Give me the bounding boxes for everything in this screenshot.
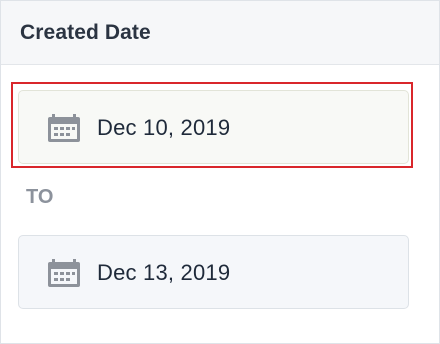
end-date-picker[interactable]: Dec 13, 2019 [18,235,409,309]
filter-title: Created Date [20,21,151,44]
range-separator-label: TO [26,186,54,208]
filter-header: Created Date [1,1,439,65]
calendar-icon [48,114,80,142]
calendar-icon [48,259,80,287]
end-date-value: Dec 13, 2019 [97,260,231,285]
start-date-picker[interactable]: Dec 10, 2019 [18,90,409,164]
start-date-value: Dec 10, 2019 [97,115,231,140]
